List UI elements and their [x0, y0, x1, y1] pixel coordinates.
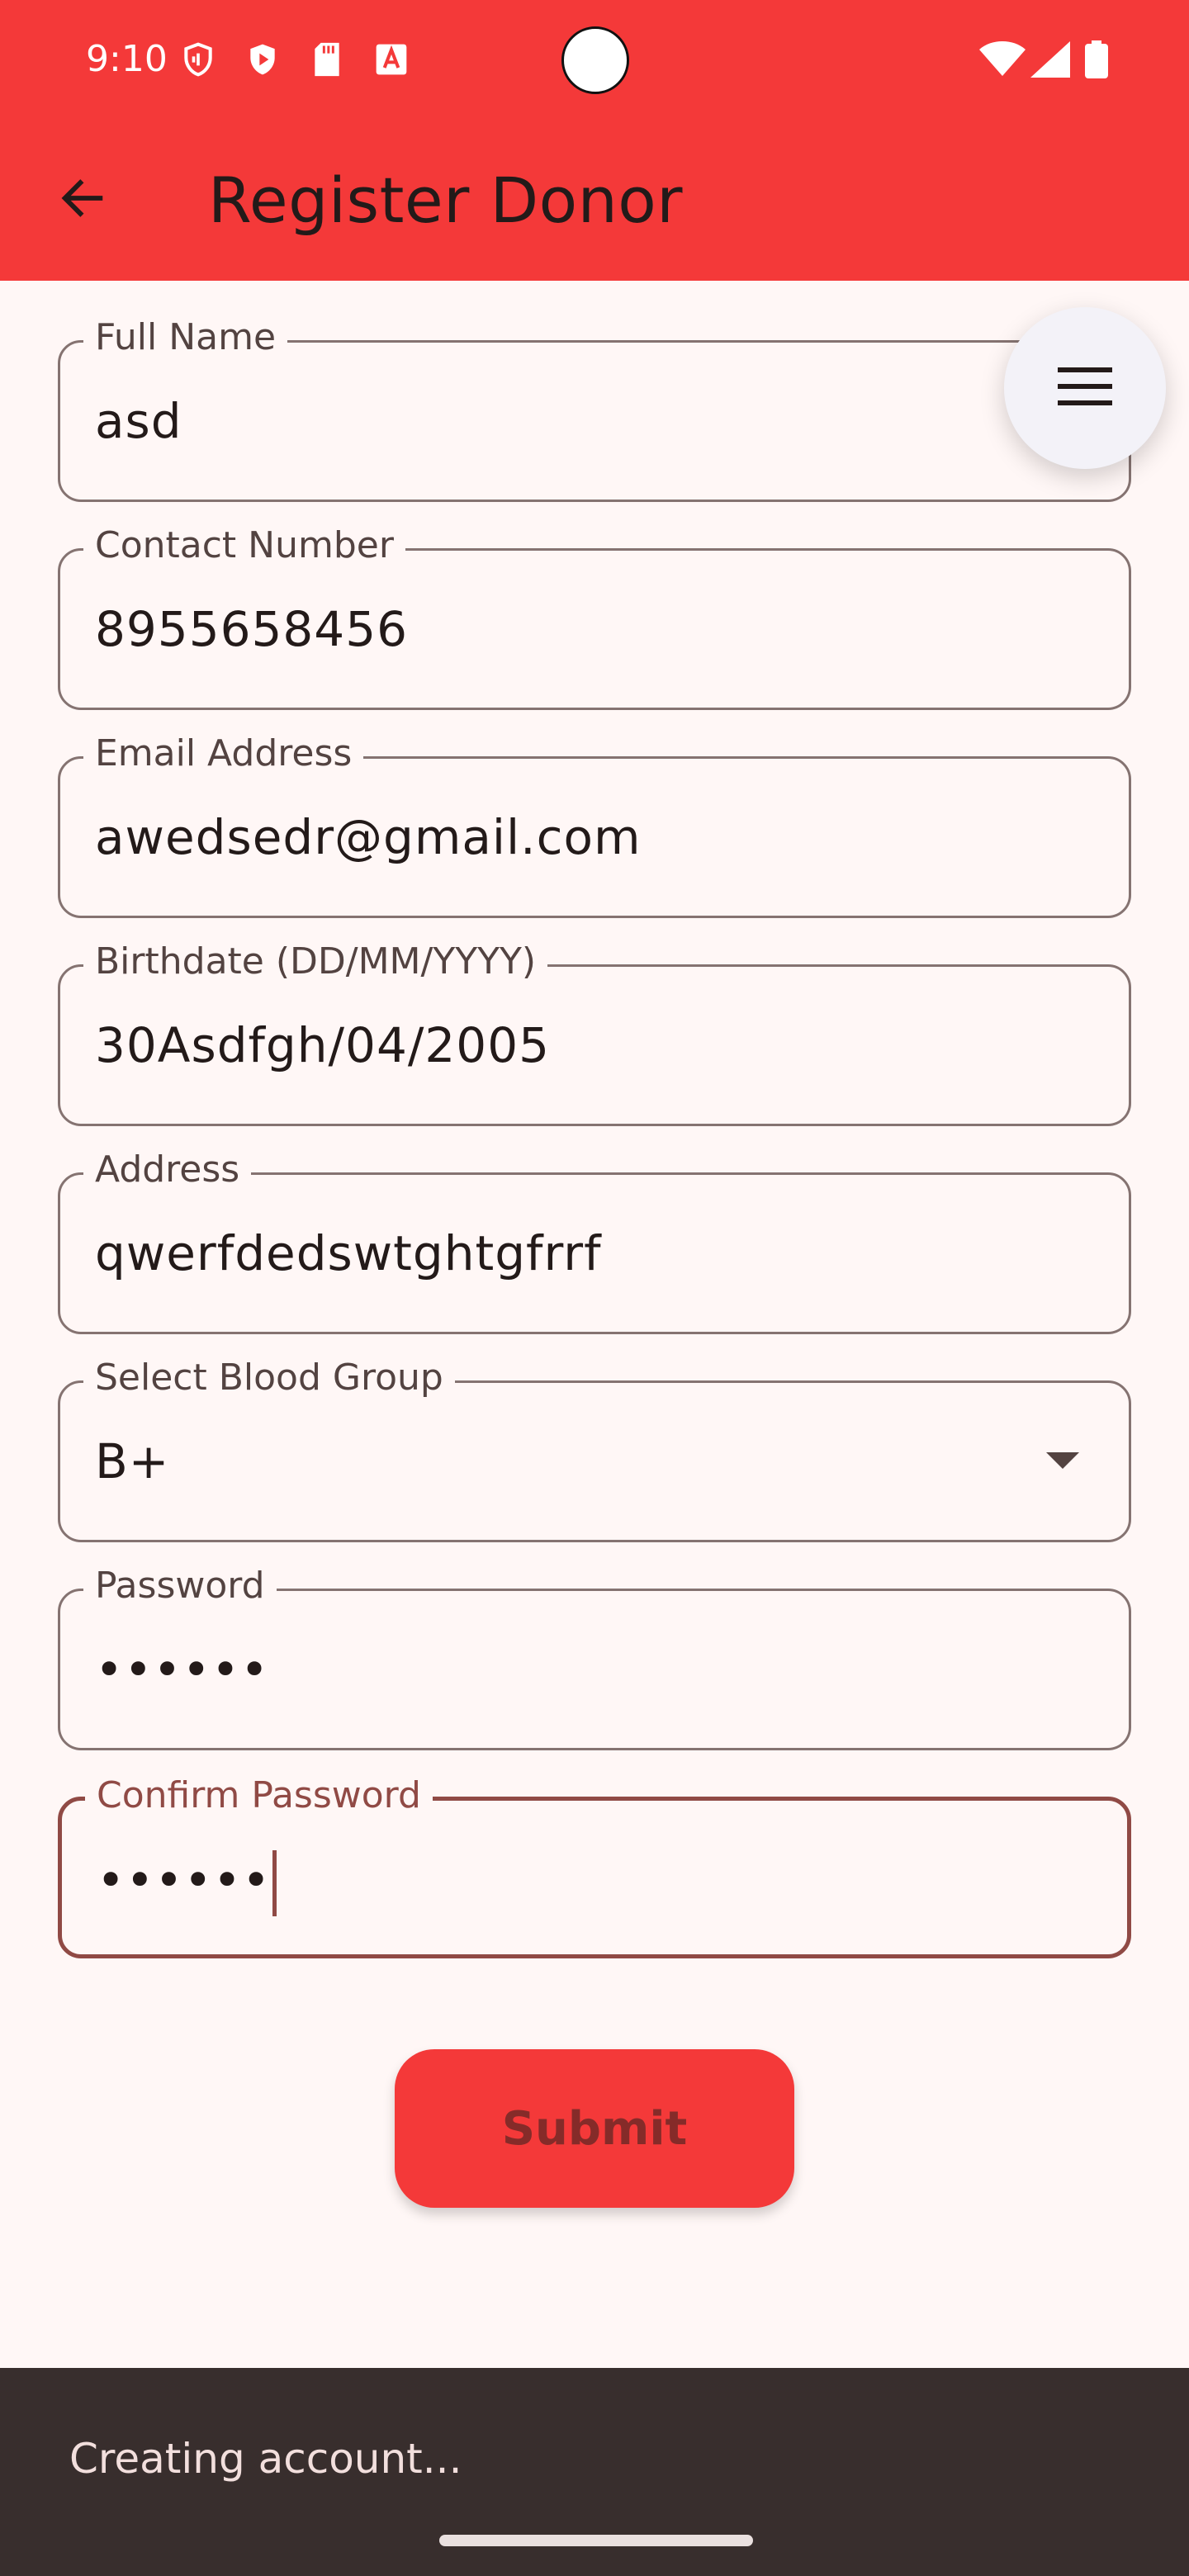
confirm-password-label: Confirm Password — [85, 1773, 433, 1819]
submit-button[interactable]: Submit — [395, 2049, 794, 2208]
birthdate-label: Birthdate (DD/MM/YYYY) — [83, 939, 548, 985]
app-bar: Register Donor — [0, 119, 1189, 281]
confirm-password-field[interactable]: Confirm Password •••••• — [58, 1773, 1131, 1958]
snackbar-message: Creating account... — [69, 2435, 462, 2483]
status-time: 9:10 — [86, 38, 168, 80]
battery-icon — [1078, 40, 1115, 79]
back-button[interactable] — [43, 160, 122, 239]
address-value: qwerfdedswtghtgfrrf — [95, 1225, 602, 1281]
full-name-label: Full Name — [83, 315, 288, 361]
wifi-icon — [978, 40, 1027, 79]
contact-number-label: Contact Number — [83, 523, 405, 569]
play-protect-icon — [243, 40, 282, 79]
blood-group-value: B+ — [95, 1433, 170, 1489]
full-name-field[interactable]: Full Name asd — [58, 315, 1131, 502]
email-value: awedsedr@gmail.com — [95, 809, 642, 865]
dropdown-arrow-icon — [1046, 1452, 1079, 1469]
address-field[interactable]: Address qwerfdedswtghtgfrrf — [58, 1147, 1131, 1334]
email-label: Email Address — [83, 731, 364, 777]
blood-group-label: Select Blood Group — [83, 1355, 455, 1401]
screen: 9:10 Register Donor Full Name asd Contac… — [0, 0, 1189, 2576]
camera-cutout — [561, 26, 629, 94]
signal-icon — [1027, 40, 1073, 79]
submit-label: Submit — [501, 2101, 688, 2156]
status-bar: 9:10 — [0, 0, 1189, 119]
page-title: Register Donor — [208, 163, 683, 237]
sd-card-icon — [307, 40, 347, 79]
email-field[interactable]: Email Address awedsedr@gmail.com — [58, 731, 1131, 918]
address-label: Address — [83, 1147, 252, 1193]
password-label: Password — [83, 1563, 277, 1609]
password-value: •••••• — [95, 1641, 270, 1698]
password-field[interactable]: Password •••••• — [58, 1563, 1131, 1750]
birthdate-field[interactable]: Birthdate (DD/MM/YYYY) 30Asdfgh/04/2005 — [58, 939, 1131, 1126]
arrow-left-icon — [56, 172, 109, 228]
menu-button[interactable] — [1004, 307, 1166, 469]
confirm-password-value: •••••• — [97, 1852, 272, 1909]
contact-number-field[interactable]: Contact Number 8955658456 — [58, 523, 1131, 710]
confirm-password-input-area: •••••• — [97, 1850, 277, 1916]
birthdate-value: 30Asdfgh/04/2005 — [95, 1017, 550, 1073]
shield-icon — [178, 40, 218, 79]
full-name-value: asd — [95, 393, 182, 449]
blood-group-dropdown[interactable]: Select Blood Group B+ — [58, 1355, 1131, 1542]
text-a-icon — [372, 40, 411, 79]
hamburger-icon — [1058, 367, 1112, 410]
text-cursor — [272, 1850, 277, 1916]
contact-number-value: 8955658456 — [95, 601, 409, 657]
home-indicator[interactable] — [439, 2535, 753, 2546]
